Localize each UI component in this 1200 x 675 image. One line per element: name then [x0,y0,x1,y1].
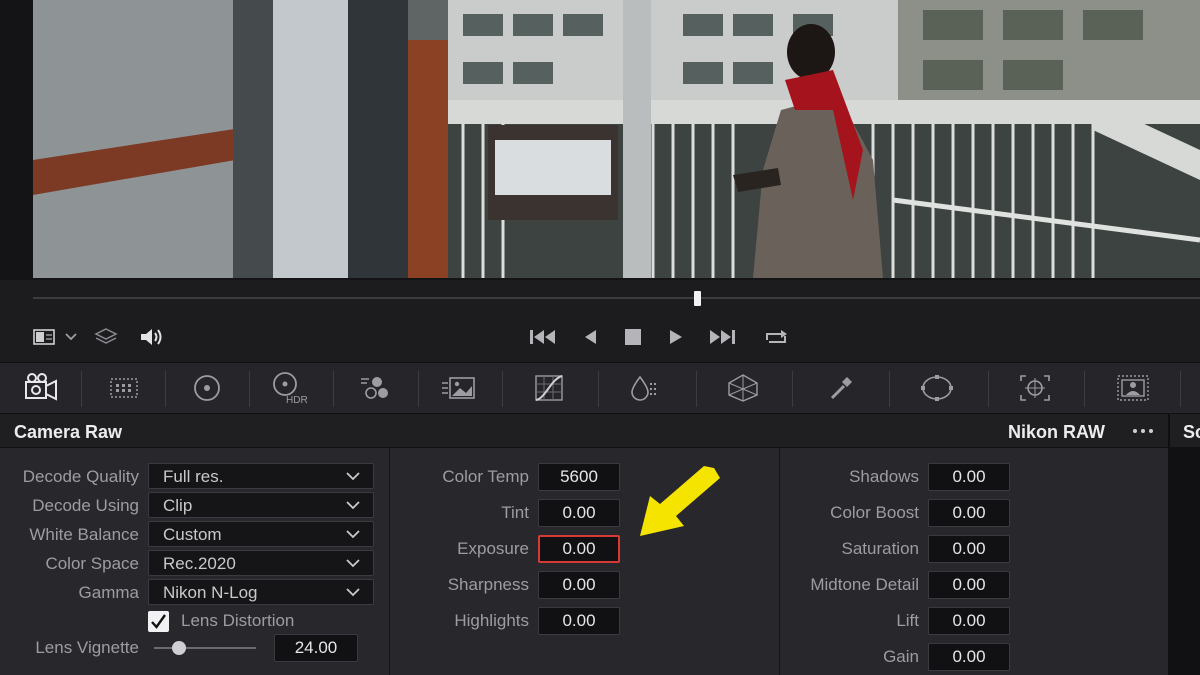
midtone-detail-field[interactable]: 0.00 [928,571,1010,599]
decode-using-value: Clip [163,496,193,515]
options-menu-icon[interactable] [1128,420,1158,442]
exposure-field[interactable]: 0.00 [538,535,620,563]
transport-bar [0,280,1200,362]
panel-header: Camera Raw Nikon RAW Sc [0,414,1200,448]
window-icon[interactable] [914,363,960,413]
lens-vignette-slider-track[interactable] [154,647,256,649]
shadows-label: Shadows [849,467,919,486]
lens-distortion-label: Lens Distortion [181,611,295,630]
decode-quality-value: Full res. [163,467,224,486]
white-balance-value: Custom [163,525,222,544]
midtone-detail-label: Midtone Detail [810,575,919,594]
stop-icon[interactable] [620,322,646,352]
panel-title: Camera Raw [14,422,123,442]
raw-mode-label[interactable]: Nikon RAW [1008,422,1105,443]
lens-vignette-field[interactable]: 24.00 [274,634,358,662]
gamma-dropdown[interactable]: Nikon N-Log [148,579,374,605]
color-boost-field[interactable]: 0.00 [928,499,1010,527]
lift-label: Lift [896,611,919,630]
playhead[interactable] [694,291,701,306]
color-space-value: Rec.2020 [163,554,236,573]
white-balance-dropdown[interactable]: Custom [148,521,374,547]
lens-distortion-checkbox[interactable] [148,611,169,632]
tint-field[interactable]: 0.00 [538,499,620,527]
saturation-field[interactable]: 0.00 [928,535,1010,563]
shadows-field[interactable]: 0.00 [928,463,1010,491]
eyedropper-icon[interactable] [818,363,864,413]
white-balance-label: White Balance [29,525,139,544]
gamma-value: Nikon N-Log [163,583,258,602]
primaries-wheels-icon[interactable] [185,363,229,413]
chevron-down-icon[interactable] [63,322,79,352]
hdr-text: HDR [286,395,308,406]
clip-view-icon[interactable] [30,322,58,352]
qualifier-icon[interactable] [720,363,766,413]
lens-vignette-label: Lens Vignette [35,638,139,657]
highlights-field[interactable]: 0.00 [538,607,620,635]
decode-using-dropdown[interactable]: Clip [148,492,374,518]
saturation-label: Saturation [841,539,920,558]
sharpness-field[interactable]: 0.00 [538,571,620,599]
magic-mask-icon[interactable] [1110,363,1156,413]
chevron-down-icon [346,472,360,481]
exposure-label: Exposure [457,539,529,558]
chevron-down-icon [346,530,360,539]
lens-vignette-slider-knob[interactable] [172,641,186,655]
color-warper-icon[interactable] [620,363,666,413]
annotation-arrow-icon [640,466,720,536]
decode-quality-label: Decode Quality [22,467,139,486]
decode-quality-dropdown[interactable]: Full res. [148,463,374,489]
palette-toolbar: HDR [0,362,1200,414]
color-space-label: Color Space [45,554,139,573]
skip-to-end-icon[interactable] [706,322,738,352]
chevron-down-icon [346,588,360,597]
video-frame [33,0,1200,278]
highlights-label: Highlights [454,611,529,630]
step-back-icon[interactable] [578,322,602,352]
gain-label: Gain [883,647,919,666]
color-match-icon[interactable] [102,363,146,413]
tint-label: Tint [501,503,529,522]
lift-field[interactable]: 0.00 [928,607,1010,635]
chevron-down-icon [346,501,360,510]
rgb-mixer-icon[interactable] [352,363,398,413]
loop-icon[interactable] [760,322,792,352]
gamma-label: Gamma [78,583,139,602]
next-panel-title: Sc [1183,422,1200,442]
tracker-icon[interactable] [1012,363,1058,413]
decode-using-label: Decode Using [32,496,139,515]
play-icon[interactable] [664,322,688,352]
curves-icon[interactable] [526,363,572,413]
camera-raw-icon[interactable] [18,363,66,413]
color-space-dropdown[interactable]: Rec.2020 [148,550,374,576]
checkmark-icon [151,614,166,629]
layers-icon[interactable] [92,322,120,352]
skip-to-start-icon[interactable] [527,322,559,352]
motion-effects-icon[interactable] [436,363,482,413]
color-temp-field[interactable]: 5600 [538,463,620,491]
viewer [0,0,1200,280]
side-strip [1168,448,1200,675]
sharpness-label: Sharpness [447,575,529,594]
gain-field[interactable]: 0.00 [928,643,1010,671]
color-temp-label: Color Temp [442,467,529,486]
timeline-scrubber[interactable] [33,297,1200,299]
color-boost-label: Color Boost [830,503,919,522]
chevron-down-icon [346,559,360,568]
hdr-wheels-icon[interactable]: HDR [268,363,314,413]
speaker-icon[interactable] [138,322,166,352]
